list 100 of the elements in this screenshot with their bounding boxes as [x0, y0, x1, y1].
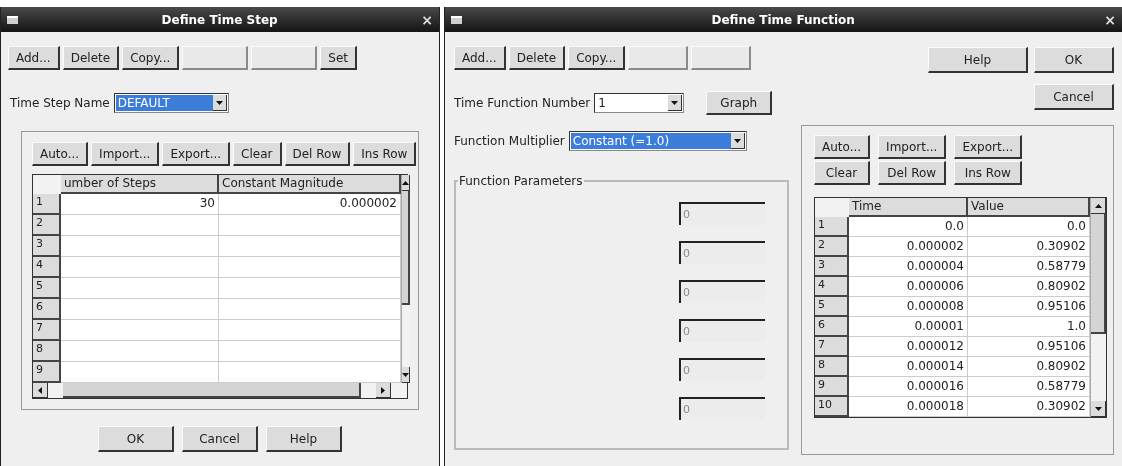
close-icon[interactable]: × [1104, 12, 1116, 27]
row-header[interactable]: 5 [33, 278, 61, 299]
table-cell[interactable] [219, 257, 401, 278]
table-cell[interactable] [219, 362, 401, 383]
column-header[interactable]: Value [968, 198, 1090, 217]
scroll-up-icon[interactable] [402, 175, 410, 191]
row-header[interactable]: 10 [815, 397, 849, 417]
button[interactable]: Delete [508, 46, 566, 70]
row-header[interactable]: 9 [815, 377, 849, 397]
button[interactable]: OK [98, 426, 174, 452]
button[interactable]: Copy... [122, 46, 180, 70]
dropdown[interactable]: Constant (=1.0) [568, 131, 747, 151]
table-cell[interactable] [219, 341, 401, 362]
row-header[interactable]: 6 [33, 299, 61, 320]
button[interactable]: Del Row [284, 142, 351, 166]
table-cell[interactable] [61, 257, 219, 278]
button[interactable]: Import... [91, 142, 160, 166]
table-cell[interactable]: 0.000002 [849, 237, 968, 257]
table-cell[interactable] [61, 278, 219, 299]
row-header[interactable]: 6 [815, 317, 849, 337]
dropdown[interactable]: 1 [594, 93, 685, 113]
row-header[interactable]: 7 [33, 320, 61, 341]
button[interactable]: Auto... [814, 135, 871, 159]
table-cell[interactable] [61, 215, 219, 236]
table-cell[interactable]: 0.00001 [849, 317, 968, 337]
button[interactable]: Import... [878, 135, 947, 159]
table-cell[interactable]: 0.58779 [968, 257, 1090, 277]
table-cell[interactable] [61, 320, 219, 341]
table-cell[interactable]: 0.0 [968, 217, 1090, 237]
button[interactable]: Export... [162, 142, 231, 166]
column-header[interactable]: umber of Steps [61, 175, 219, 194]
table-cell[interactable]: 0.000012 [849, 337, 968, 357]
button[interactable]: OK [1034, 47, 1114, 73]
table-cell[interactable] [219, 299, 401, 320]
row-header[interactable]: 3 [815, 257, 849, 277]
table-cell[interactable]: 0.58779 [968, 377, 1090, 397]
row-header[interactable]: 1 [33, 194, 61, 215]
vertical-scrollbar[interactable] [1090, 198, 1106, 417]
button[interactable]: Help [266, 426, 342, 452]
dropdown[interactable]: DEFAULT [113, 93, 229, 113]
button[interactable]: Del Row [878, 161, 947, 185]
row-header[interactable]: 4 [815, 277, 849, 297]
table-cell[interactable] [219, 320, 401, 341]
button[interactable]: Export... [954, 135, 1023, 159]
scroll-thumb[interactable] [1091, 214, 1106, 335]
button[interactable]: Help [928, 47, 1028, 73]
scroll-right-icon[interactable] [376, 383, 391, 398]
table-cell[interactable] [219, 278, 401, 299]
table-cell[interactable]: 0.000018 [849, 397, 968, 417]
table-cell[interactable]: 0.30902 [968, 237, 1090, 257]
table-cell[interactable]: 30 [61, 194, 219, 215]
row-header[interactable]: 7 [815, 337, 849, 357]
table-cell[interactable]: 0.0 [849, 217, 968, 237]
scroll-down-icon[interactable] [402, 367, 410, 383]
scroll-left-icon[interactable] [33, 383, 48, 398]
row-header[interactable]: 5 [815, 297, 849, 317]
table-cell[interactable] [61, 362, 219, 383]
close-icon[interactable]: × [421, 12, 433, 27]
horizontal-scrollbar[interactable] [33, 383, 391, 398]
table-cell[interactable] [61, 236, 219, 257]
button[interactable]: Copy... [568, 46, 626, 70]
scroll-thumb[interactable] [402, 191, 410, 306]
button[interactable]: Add... [454, 46, 506, 70]
scroll-up-icon[interactable] [1091, 198, 1106, 214]
scroll-thumb[interactable] [63, 383, 361, 398]
button[interactable]: Set [320, 46, 357, 70]
scroll-down-icon[interactable] [1091, 401, 1106, 417]
table-cell[interactable]: 0.95106 [968, 337, 1090, 357]
table-cell[interactable]: 0.000014 [849, 357, 968, 377]
table-cell[interactable]: 1.0 [968, 317, 1090, 337]
button[interactable]: Clear [233, 142, 282, 166]
table-cell[interactable]: 0.000008 [849, 297, 968, 317]
row-header[interactable]: 9 [33, 362, 61, 383]
row-header[interactable]: 3 [33, 236, 61, 257]
row-header[interactable]: 4 [33, 257, 61, 278]
table-cell[interactable] [61, 341, 219, 362]
vertical-scrollbar[interactable] [401, 175, 410, 383]
table-cell[interactable]: 0.80902 [968, 357, 1090, 377]
table-cell[interactable]: 0.000004 [849, 257, 968, 277]
column-header[interactable]: Constant Magnitude [219, 175, 401, 194]
button[interactable]: Clear [814, 161, 871, 185]
button[interactable]: Ins Row [954, 161, 1023, 185]
table-cell[interactable]: 0.000016 [849, 377, 968, 397]
table-cell[interactable] [61, 299, 219, 320]
row-header[interactable]: 8 [33, 341, 61, 362]
row-header[interactable]: 1 [815, 217, 849, 237]
table-cell[interactable] [219, 236, 401, 257]
table-cell[interactable]: 0.80902 [968, 277, 1090, 297]
row-header[interactable]: 2 [815, 237, 849, 257]
button[interactable]: Auto... [32, 142, 89, 166]
table-cell[interactable]: 0.30902 [968, 397, 1090, 417]
table-cell[interactable]: 0.000006 [849, 277, 968, 297]
row-header[interactable]: 2 [33, 215, 61, 236]
button[interactable]: Cancel [182, 426, 258, 452]
button[interactable]: Ins Row [353, 142, 417, 166]
button[interactable]: Add... [8, 46, 60, 70]
column-header[interactable]: Time [849, 198, 968, 217]
table-cell[interactable] [219, 215, 401, 236]
button[interactable]: Delete [62, 46, 120, 70]
table-cell[interactable]: 0.95106 [968, 297, 1090, 317]
